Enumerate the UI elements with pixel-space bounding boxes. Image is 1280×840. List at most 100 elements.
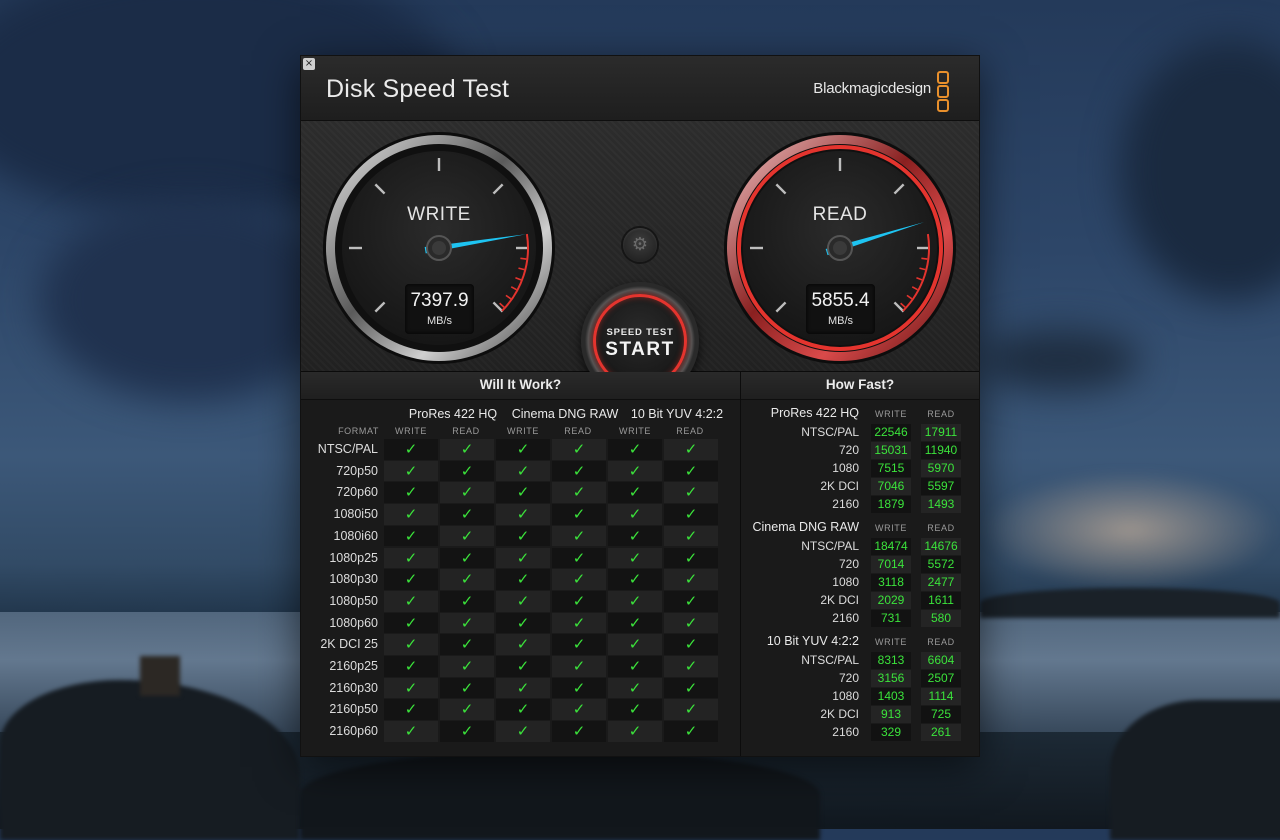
check-icon: ✓ [384, 590, 438, 612]
check-icon: ✓ [608, 721, 662, 742]
read-fps-value: 11940 [921, 441, 961, 459]
how-fast-read-header: READ [927, 637, 955, 647]
format-label: 720 [838, 442, 859, 457]
gauge-redline-tick [520, 257, 527, 260]
check-icon: ✓ [440, 504, 494, 525]
format-label: 1080p30 [329, 572, 378, 587]
check-icon: ✓ [664, 590, 718, 612]
write-gauge-label: WRITE [407, 204, 471, 225]
check-icon: ✓ [496, 504, 550, 525]
how-fast-heading: How Fast? [741, 372, 979, 400]
check-icon: ✓ [664, 721, 718, 742]
app-title: Disk Speed Test [326, 75, 510, 103]
disk-speed-test-window: Disk Speed Test Blackmagicdesign × WRITE… [300, 55, 980, 757]
check-icon: ✓ [440, 699, 494, 721]
check-icon: ✓ [440, 439, 494, 460]
read-fps-value: 5970 [921, 459, 961, 477]
check-icon: ✓ [664, 525, 718, 547]
table-row: 2K DCI 25 ✓ ✓ ✓ ✓ ✓ ✓ [301, 634, 740, 656]
brand-name: Blackmagicdesign [813, 80, 931, 97]
read-fps-value: 1114 [921, 687, 961, 705]
wiw-write-header: WRITE [507, 426, 539, 436]
check-icon: ✓ [664, 504, 718, 525]
check-icon: ✓ [552, 569, 606, 590]
wiw-codec-header: Cinema DNG RAW [511, 407, 619, 421]
table-row: 2K DCI 2029 1611 [741, 591, 979, 610]
check-icon: ✓ [664, 460, 718, 482]
check-icon: ✓ [496, 612, 550, 634]
read-fps-value: 5597 [921, 477, 961, 495]
wiw-codec-header: 10 Bit YUV 4:2:2 [630, 407, 724, 421]
title-bar: Disk Speed Test Blackmagicdesign [301, 56, 979, 121]
table-row: 1080 3118 2477 [741, 573, 979, 592]
check-icon: ✓ [552, 439, 606, 460]
table-row: 2160p30 ✓ ✓ ✓ ✓ ✓ ✓ [301, 677, 740, 700]
table-row: NTSC/PAL 8313 6604 [741, 652, 979, 670]
format-label: 720 [838, 670, 859, 685]
write-fps-value: 22546 [871, 424, 911, 441]
check-icon: ✓ [608, 699, 662, 721]
how-fast-group: Cinema DNG RAW WRITE READ NTSC/PAL 18474 1467… [741, 520, 979, 630]
read-fps-value: 6604 [921, 652, 961, 669]
check-icon: ✓ [440, 525, 494, 547]
check-icon: ✓ [552, 460, 606, 482]
check-icon: ✓ [496, 460, 550, 482]
how-fast-write-header: WRITE [875, 409, 907, 419]
will-it-work-table: ProRes 422 HQ WRITE READ Cinema DNG RAW WRIT… [301, 400, 740, 756]
wiw-codec-header: ProRes 422 HQ [408, 407, 498, 421]
check-icon: ✓ [552, 504, 606, 525]
check-icon: ✓ [608, 677, 662, 699]
check-icon: ✓ [496, 439, 550, 460]
table-row: 720p60 ✓ ✓ ✓ ✓ ✓ ✓ [301, 482, 740, 504]
wiw-read-header: READ [676, 426, 704, 436]
check-icon: ✓ [384, 721, 438, 742]
read-fps-value: 2507 [921, 669, 961, 687]
read-fps-value: 725 [921, 705, 961, 723]
how-fast-codec-header: 10 Bit YUV 4:2:2 [766, 634, 859, 648]
write-fps-value: 8313 [871, 652, 911, 669]
table-row: 2K DCI 7046 5597 [741, 477, 979, 496]
check-icon: ✓ [552, 547, 606, 569]
table-row: 720 3156 2507 [741, 669, 979, 688]
format-label: 720p60 [336, 485, 378, 500]
format-label: NTSC/PAL [801, 653, 859, 667]
check-icon: ✓ [384, 656, 438, 677]
how-fast-write-header: WRITE [875, 637, 907, 647]
write-fps-value: 2029 [871, 591, 911, 609]
format-label: 2160p25 [329, 659, 378, 673]
check-icon: ✓ [384, 612, 438, 634]
check-icon: ✓ [608, 590, 662, 612]
settings-gear-icon[interactable]: ⚙ [623, 228, 657, 262]
read-fps-value: 580 [921, 609, 961, 627]
check-icon: ✓ [552, 590, 606, 612]
check-icon: ✓ [608, 547, 662, 569]
format-label: 1080 [832, 688, 859, 703]
how-fast-read-header: READ [927, 409, 955, 419]
format-label: 1080p60 [329, 615, 378, 630]
table-row: NTSC/PAL 18474 14676 [741, 538, 979, 556]
check-icon: ✓ [496, 721, 550, 742]
write-fps-value: 7515 [871, 459, 911, 477]
close-button[interactable]: × [303, 58, 315, 70]
check-icon: ✓ [384, 569, 438, 590]
write-gauge: WRITE 7397.9 MB/s [322, 131, 556, 365]
check-icon: ✓ [440, 656, 494, 677]
format-label: 2K DCI [820, 592, 859, 607]
how-fast-write-header: WRITE [875, 523, 907, 533]
check-icon: ✓ [608, 482, 662, 504]
wiw-format-header: FORMAT [338, 426, 379, 436]
write-fps-value: 1879 [871, 495, 911, 513]
check-icon: ✓ [664, 482, 718, 504]
check-icon: ✓ [552, 699, 606, 721]
check-icon: ✓ [664, 439, 718, 460]
gauge-hub-cap [432, 241, 446, 255]
format-label: 1080 [832, 574, 859, 589]
check-icon: ✓ [496, 482, 550, 504]
write-fps-value: 1403 [871, 687, 911, 705]
how-fast-group: 10 Bit YUV 4:2:2 WRITE READ NTSC/PAL 8313 660… [741, 634, 979, 744]
check-icon: ✓ [384, 634, 438, 655]
table-row: 1080 7515 5970 [741, 459, 979, 478]
how-fast-codec-header: Cinema DNG RAW [752, 520, 860, 534]
check-icon: ✓ [608, 656, 662, 677]
check-icon: ✓ [664, 677, 718, 699]
